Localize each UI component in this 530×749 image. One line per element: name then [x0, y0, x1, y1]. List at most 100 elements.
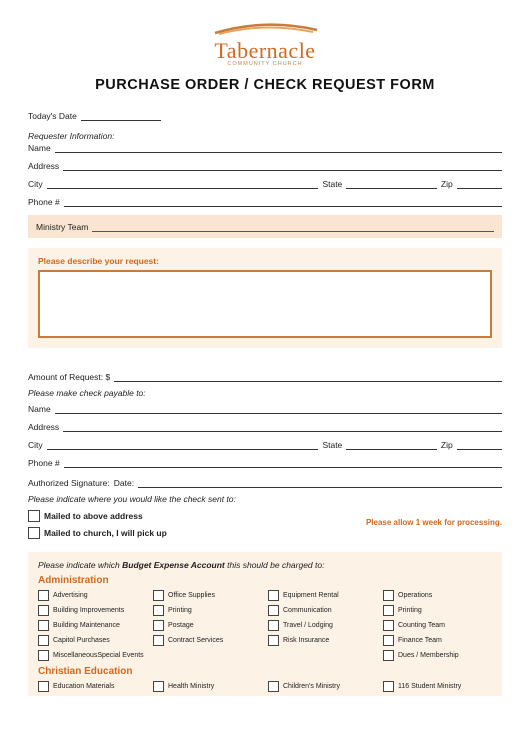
input-payee-zip[interactable] [457, 439, 502, 450]
checkbox-icon[interactable] [28, 527, 40, 539]
budget-head-bold: Budget Expense Account [122, 560, 225, 570]
input-payee-city[interactable] [47, 439, 319, 450]
budget-option-label: Postage [168, 622, 194, 629]
budget-option-label: Capitol Purchases [53, 637, 110, 644]
label-zip: Zip [441, 179, 453, 189]
checkbox-icon[interactable] [153, 681, 164, 692]
budget-option[interactable] [268, 650, 377, 661]
label-address: Address [28, 161, 59, 171]
budget-option[interactable]: Communication [268, 605, 377, 616]
budget-option[interactable]: Printing [153, 605, 262, 616]
budget-option-label: Building Improvements [53, 607, 124, 614]
budget-option[interactable]: Capitol Purchases [38, 635, 147, 646]
label-payee-zip: Zip [441, 440, 453, 450]
checkbox-icon[interactable] [268, 605, 279, 616]
checkbox-icon[interactable] [268, 620, 279, 631]
checkbox-icon[interactable] [383, 681, 394, 692]
budget-option[interactable]: Printing [383, 605, 492, 616]
input-payee-address[interactable] [63, 421, 502, 432]
budget-option-label: Advertising [53, 592, 88, 599]
checkbox-icon[interactable] [38, 635, 49, 646]
budget-header: Please indicate which Budget Expense Acc… [38, 560, 492, 570]
option-mailed-above[interactable]: Mailed to above address [28, 510, 167, 522]
option-mailed-pickup[interactable]: Mailed to church, I will pick up [28, 527, 167, 539]
swoosh-icon [205, 22, 325, 36]
input-payee-name[interactable] [55, 403, 502, 414]
input-name[interactable] [55, 142, 502, 153]
checkbox-icon[interactable] [383, 605, 394, 616]
checkbox-icon[interactable] [28, 510, 40, 522]
budget-option[interactable]: Operations [383, 590, 492, 601]
cat1-grid: Advertising Office Supplies Equipment Rent… [38, 590, 492, 661]
budget-option[interactable]: Education Materials [38, 681, 147, 692]
budget-option[interactable]: Health Ministry [153, 681, 262, 692]
budget-option-label: Communication [283, 607, 332, 614]
form-page: Tabernacle COMMUNITY CHURCH PURCHASE ORD… [0, 0, 530, 749]
budget-option[interactable] [153, 650, 262, 661]
input-date[interactable] [81, 110, 161, 121]
checkbox-icon[interactable] [268, 681, 279, 692]
input-zip[interactable] [457, 178, 502, 189]
checkbox-icon[interactable] [38, 590, 49, 601]
budget-option[interactable]: Building Improvements [38, 605, 147, 616]
label-city: City [28, 179, 43, 189]
budget-option-label: Risk Insurance [283, 637, 329, 644]
budget-option[interactable]: MiscellaneousSpecial Events [38, 650, 147, 661]
budget-option[interactable]: Risk Insurance [268, 635, 377, 646]
checkbox-icon[interactable] [268, 635, 279, 646]
budget-option[interactable]: Building Maintenance [38, 620, 147, 631]
label-mailed-pickup: Mailed to church, I will pick up [44, 528, 167, 538]
budget-option-label: Education Materials [53, 683, 114, 690]
budget-option-label: MiscellaneousSpecial Events [53, 652, 144, 659]
checkbox-icon[interactable] [153, 620, 164, 631]
checkbox-icon[interactable] [268, 590, 279, 601]
checkbox-icon[interactable] [38, 650, 49, 661]
budget-option[interactable]: Equipment Rental [268, 590, 377, 601]
input-describe[interactable] [38, 270, 492, 338]
checkbox-icon[interactable] [153, 635, 164, 646]
input-city[interactable] [47, 178, 319, 189]
budget-option[interactable]: Children's Ministry [268, 681, 377, 692]
checkbox-icon[interactable] [38, 620, 49, 631]
input-state[interactable] [346, 178, 437, 189]
budget-option-label: Health Ministry [168, 683, 214, 690]
input-address[interactable] [63, 160, 502, 171]
budget-option-label: Finance Team [398, 637, 442, 644]
input-amount[interactable] [114, 371, 502, 382]
input-payee-phone[interactable] [64, 457, 502, 468]
budget-option[interactable]: Finance Team [383, 635, 492, 646]
budget-head-pre: Please indicate which [38, 560, 122, 570]
label-ministry: Ministry Team [36, 222, 88, 232]
input-signature[interactable] [138, 477, 502, 488]
input-payee-state[interactable] [346, 439, 437, 450]
describe-box: Please describe your request: [28, 248, 502, 348]
budget-head-post: this should be charged to: [225, 560, 325, 570]
budget-option[interactable]: Postage [153, 620, 262, 631]
budget-option[interactable]: Contract Services [153, 635, 262, 646]
checkbox-icon[interactable] [383, 635, 394, 646]
label-name: Name [28, 143, 51, 153]
budget-option[interactable]: Dues / Membership [383, 650, 492, 661]
cat2-grid: Education Materials Health Ministry Childr… [38, 681, 492, 692]
budget-option[interactable]: Counting Team [383, 620, 492, 631]
budget-option-label: Printing [398, 607, 422, 614]
input-phone[interactable] [64, 196, 502, 207]
budget-box: Please indicate which Budget Expense Acc… [28, 552, 502, 696]
checkbox-icon[interactable] [153, 605, 164, 616]
checkbox-icon[interactable] [383, 620, 394, 631]
label-date: Today's Date [28, 111, 77, 121]
budget-option[interactable]: Advertising [38, 590, 147, 601]
row-date: Today's Date [28, 109, 502, 121]
checkbox-icon[interactable] [153, 590, 164, 601]
checkbox-icon[interactable] [383, 650, 394, 661]
input-ministry[interactable] [92, 221, 494, 232]
checkbox-icon[interactable] [38, 681, 49, 692]
label-payee-name: Name [28, 404, 51, 414]
checkbox-icon[interactable] [38, 605, 49, 616]
budget-option[interactable]: Office Supplies [153, 590, 262, 601]
checkbox-icon[interactable] [383, 590, 394, 601]
budget-option-label: Contract Services [168, 637, 223, 644]
budget-option[interactable]: Travel / Lodging [268, 620, 377, 631]
budget-option[interactable]: 116 Student Ministry [383, 681, 492, 692]
label-payee-city: City [28, 440, 43, 450]
